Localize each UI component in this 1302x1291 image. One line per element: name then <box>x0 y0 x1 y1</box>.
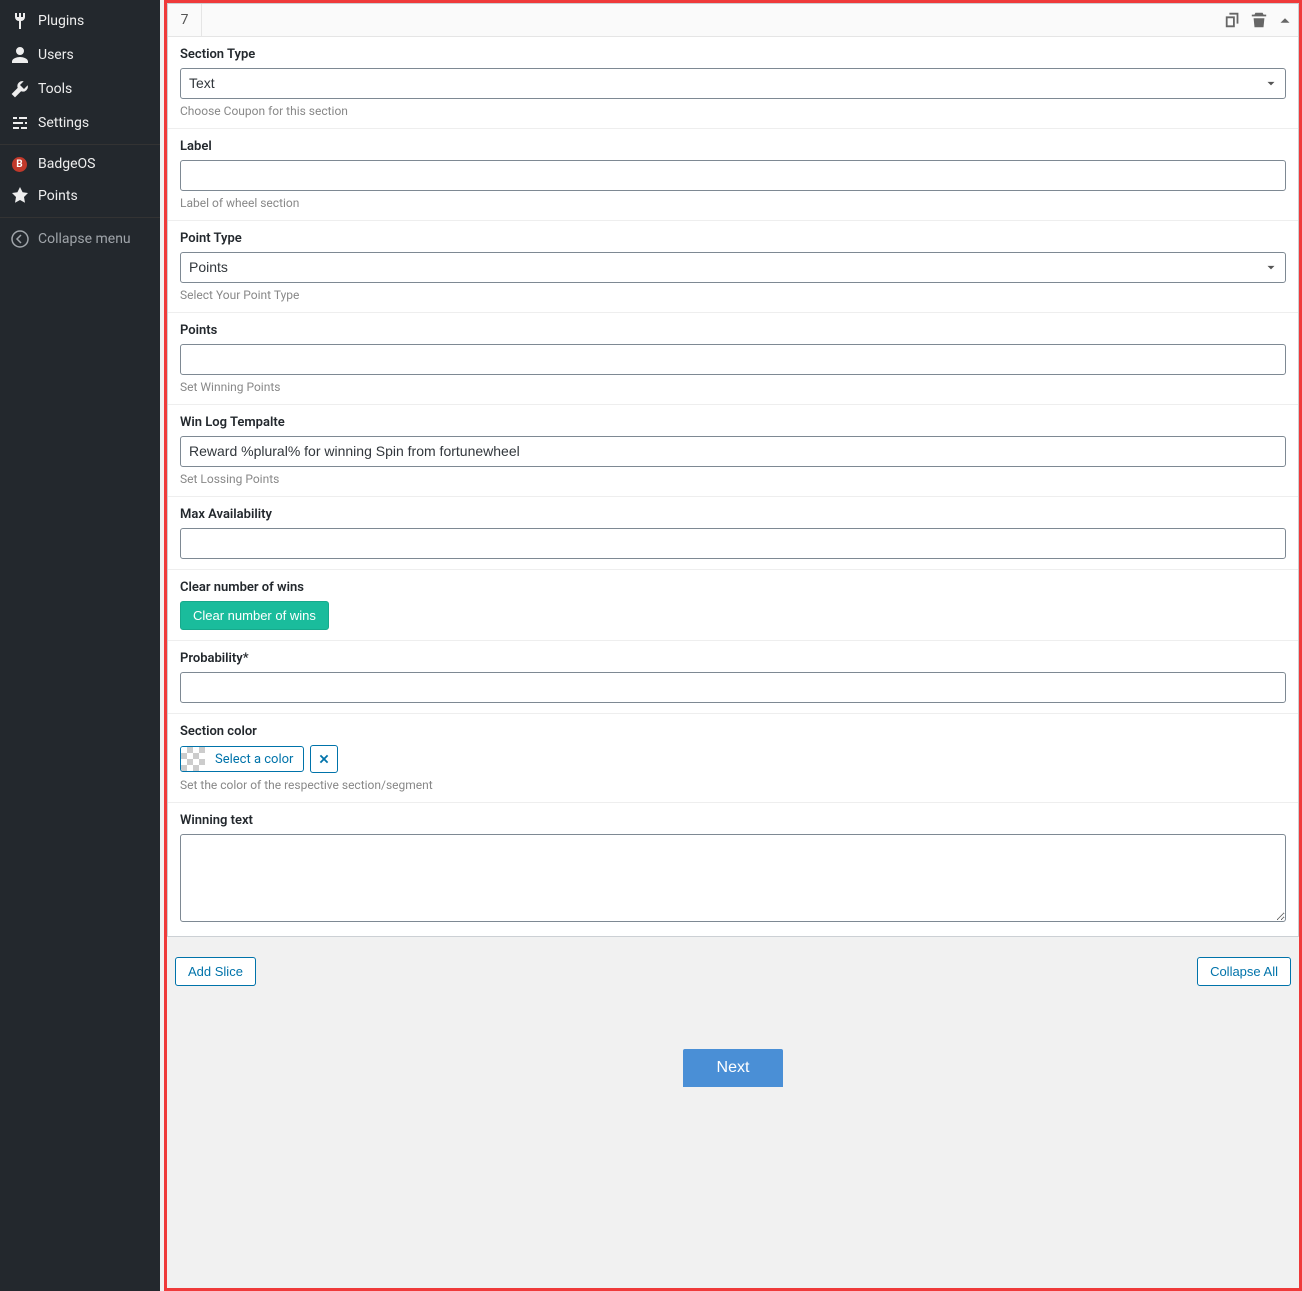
point-type-help: Select Your Point Type <box>180 288 1286 302</box>
select-color-label: Select a color <box>205 748 303 771</box>
main-content: 7 Section Type Text <box>160 0 1302 1291</box>
sidebar-item-label: Points <box>38 188 78 204</box>
field-winning-text: Winning text <box>168 803 1298 936</box>
collapse-icon <box>10 229 30 249</box>
sidebar-item-points[interactable]: Points <box>0 179 160 213</box>
clear-wins-label: Clear number of wins <box>180 580 1286 595</box>
field-clear-wins: Clear number of wins Clear number of win… <box>168 570 1298 641</box>
sidebar-item-collapse[interactable]: Collapse menu <box>0 222 160 256</box>
win-log-help: Set Lossing Points <box>180 472 1286 486</box>
section-type-label: Section Type <box>180 47 1286 62</box>
clear-color-button[interactable] <box>310 745 338 773</box>
sidebar-item-tools[interactable]: Tools <box>0 72 160 106</box>
slice-panel: 7 Section Type Text <box>167 3 1299 937</box>
win-log-input[interactable] <box>180 436 1286 467</box>
max-availability-label: Max Availability <box>180 507 1286 522</box>
point-type-select-wrap: Points <box>180 252 1286 283</box>
points-input[interactable] <box>180 344 1286 375</box>
highlight-frame: 7 Section Type Text <box>164 0 1302 1291</box>
point-type-select[interactable]: Points <box>180 252 1286 283</box>
winning-text-label: Winning text <box>180 813 1286 828</box>
field-point-type: Point Type Points Select Your Point Type <box>168 221 1298 313</box>
sidebar-item-label: BadgeOS <box>38 156 95 172</box>
panel-number: 7 <box>168 4 202 36</box>
duplicate-icon[interactable] <box>1224 11 1242 29</box>
section-color-label: Section color <box>180 724 1286 739</box>
sidebar-separator <box>0 144 160 145</box>
sidebar-item-label: Plugins <box>38 13 84 29</box>
actions-row: Add Slice Collapse All <box>167 949 1299 994</box>
close-icon <box>318 753 330 765</box>
wrench-icon <box>10 79 30 99</box>
plugin-icon <box>10 11 30 31</box>
trash-icon[interactable] <box>1250 11 1268 29</box>
sidebar-separator <box>0 217 160 218</box>
panel-header: 7 <box>168 4 1298 37</box>
winning-text-input[interactable] <box>180 834 1286 922</box>
section-type-help: Choose Coupon for this section <box>180 104 1286 118</box>
collapse-all-button[interactable]: Collapse All <box>1197 957 1291 986</box>
sidebar-item-label: Collapse menu <box>38 231 131 247</box>
star-icon <box>10 186 30 206</box>
field-max-availability: Max Availability <box>168 497 1298 570</box>
panel-title <box>202 12 1220 28</box>
probability-label: Probability* <box>180 651 1286 666</box>
field-section-color: Section color Select a color Set the col… <box>168 714 1298 803</box>
user-icon <box>10 45 30 65</box>
sidebar-item-users[interactable]: Users <box>0 38 160 72</box>
points-help: Set Winning Points <box>180 380 1286 394</box>
select-color-button[interactable]: Select a color <box>180 746 304 772</box>
max-availability-input[interactable] <box>180 528 1286 559</box>
color-swatch <box>181 747 205 771</box>
clear-wins-button[interactable]: Clear number of wins <box>180 601 329 630</box>
field-probability: Probability* <box>168 641 1298 714</box>
section-color-help: Set the color of the respective section/… <box>180 778 1286 792</box>
field-section-type: Section Type Text Choose Coupon for this… <box>168 37 1298 129</box>
section-type-select-wrap: Text <box>180 68 1286 99</box>
points-label: Points <box>180 323 1286 338</box>
point-type-label: Point Type <box>180 231 1286 246</box>
win-log-label: Win Log Tempalte <box>180 415 1286 430</box>
footer-next: Next <box>167 1049 1299 1087</box>
sliders-icon <box>10 113 30 133</box>
field-points: Points Set Winning Points <box>168 313 1298 405</box>
sidebar-item-plugins[interactable]: Plugins <box>0 4 160 38</box>
panel-tools <box>1220 11 1298 29</box>
label-label: Label <box>180 139 1286 154</box>
field-label: Label Label of wheel section <box>168 129 1298 221</box>
sidebar-item-label: Users <box>38 47 74 63</box>
app-root: Plugins Users Tools Settings B BadgeOS <box>0 0 1302 1291</box>
section-type-select[interactable]: Text <box>180 68 1286 99</box>
admin-sidebar: Plugins Users Tools Settings B BadgeOS <box>0 0 160 1291</box>
label-help: Label of wheel section <box>180 196 1286 210</box>
field-win-log: Win Log Tempalte Set Lossing Points <box>168 405 1298 497</box>
label-input[interactable] <box>180 160 1286 191</box>
sidebar-item-settings[interactable]: Settings <box>0 106 160 140</box>
chevron-up-icon[interactable] <box>1276 11 1294 29</box>
sidebar-item-label: Settings <box>38 115 89 131</box>
color-row: Select a color <box>180 745 1286 773</box>
badgeos-icon: B <box>12 157 27 172</box>
add-slice-button[interactable]: Add Slice <box>175 957 256 986</box>
sidebar-item-badgeos[interactable]: B BadgeOS <box>0 149 160 179</box>
probability-input[interactable] <box>180 672 1286 703</box>
next-button[interactable]: Next <box>683 1049 784 1087</box>
sidebar-item-label: Tools <box>38 81 72 97</box>
